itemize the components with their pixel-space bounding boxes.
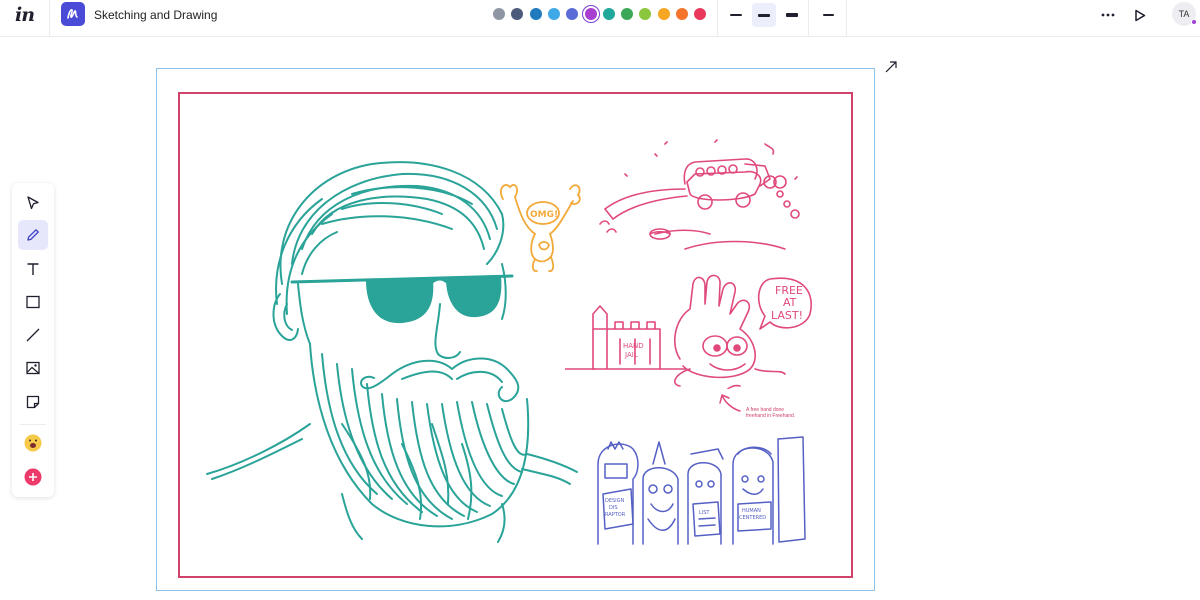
color-swatch[interactable] <box>676 8 688 20</box>
emoji-tool[interactable] <box>18 428 48 458</box>
caption-note: A free hand done freehand in Freehand. <box>746 407 806 419</box>
resize-handle-icon[interactable] <box>884 60 898 74</box>
stroke-medium-button[interactable] <box>752 3 776 27</box>
pen-icon <box>27 229 39 241</box>
stroke-thick-icon <box>786 13 798 17</box>
image-tool[interactable] <box>18 353 48 383</box>
color-swatch[interactable] <box>584 8 597 20</box>
sign-right-line2: CENTERED <box>739 515 766 521</box>
stroke-medium-icon <box>758 13 770 17</box>
color-swatch[interactable] <box>566 8 579 20</box>
divider <box>717 0 718 37</box>
line-icon <box>26 328 40 342</box>
text-icon <box>27 263 39 275</box>
more-dots-icon <box>1101 13 1115 17</box>
tools-toolbar <box>12 183 54 497</box>
document-title[interactable]: Sketching and Drawing <box>94 8 217 22</box>
stroke-extra-thin-button[interactable] <box>816 3 840 27</box>
color-swatch[interactable] <box>493 8 505 20</box>
image-icon <box>26 361 40 375</box>
hand-jail-line2: JAIL <box>624 351 638 359</box>
color-swatch[interactable] <box>639 8 652 20</box>
pen-tool[interactable] <box>18 220 48 250</box>
emoji-icon <box>24 434 42 452</box>
sign-left-line2: DIS <box>609 505 618 511</box>
color-swatch[interactable] <box>602 8 615 20</box>
freehand-scribble-icon <box>67 9 78 19</box>
divider <box>808 0 809 37</box>
present-button[interactable] <box>1128 3 1152 27</box>
color-swatch[interactable] <box>547 8 560 20</box>
select-tool[interactable] <box>18 188 48 218</box>
add-tool[interactable] <box>18 462 48 492</box>
color-swatch[interactable] <box>529 8 542 20</box>
more-options-button[interactable] <box>1096 3 1120 27</box>
omg-text: OMG! <box>530 210 558 220</box>
color-swatch[interactable] <box>694 8 707 20</box>
user-initials: TA <box>1178 9 1190 19</box>
sign-mid: LIST <box>699 510 710 516</box>
divider <box>846 0 847 37</box>
sign-left-line3: RAPTOR <box>605 512 626 518</box>
team-characters-doodle[interactable]: DESIGN DIS RAPTOR LIST HUMAN CENTERED <box>593 434 808 549</box>
hand-jail-doodle[interactable]: HAND JAIL FREE AT LAST! <box>565 274 815 389</box>
presence-indicator <box>1191 19 1197 25</box>
freehand-app-icon[interactable] <box>61 2 85 26</box>
sticky-note-icon <box>26 395 40 409</box>
user-avatar[interactable]: TA <box>1172 2 1197 26</box>
arrow-doodle <box>719 394 741 412</box>
text-tool[interactable] <box>18 254 48 284</box>
line-tool[interactable] <box>18 320 48 350</box>
sign-left-line1: DESIGN <box>605 498 625 504</box>
caption-note-line2: freehand in Freehand. <box>746 413 796 419</box>
divider <box>49 0 50 37</box>
plus-icon <box>24 468 42 486</box>
toolbar-divider <box>20 424 46 425</box>
stroke-thin-icon <box>730 14 742 16</box>
sign-right-line1: HUMAN <box>742 508 761 514</box>
color-swatch[interactable] <box>657 8 670 20</box>
stroke-extra-thin-icon <box>822 14 834 16</box>
color-swatch[interactable] <box>511 8 524 20</box>
omg-doodle[interactable]: OMG! <box>495 179 585 274</box>
artboard-frame[interactable]: OMG! HAND JAIL FREE AT LAST! DESIGN DIS … <box>156 68 875 591</box>
free-line3: LAST! <box>771 309 803 322</box>
flying-bus-doodle[interactable] <box>595 134 815 264</box>
top-bar: in Sketching and Drawing TA <box>0 0 1200 37</box>
free-line2: AT <box>783 296 797 309</box>
rectangle-icon <box>26 295 40 309</box>
invision-logo[interactable]: in <box>15 4 35 26</box>
play-icon <box>1135 9 1146 21</box>
hand-jail-line1: HAND <box>623 342 644 350</box>
stroke-thick-button[interactable] <box>780 3 804 27</box>
rectangle-tool[interactable] <box>18 287 48 317</box>
cursor-icon <box>27 196 39 210</box>
sticky-note-tool[interactable] <box>18 387 48 417</box>
color-swatch[interactable] <box>621 8 634 20</box>
stroke-thin-button[interactable] <box>724 3 748 27</box>
